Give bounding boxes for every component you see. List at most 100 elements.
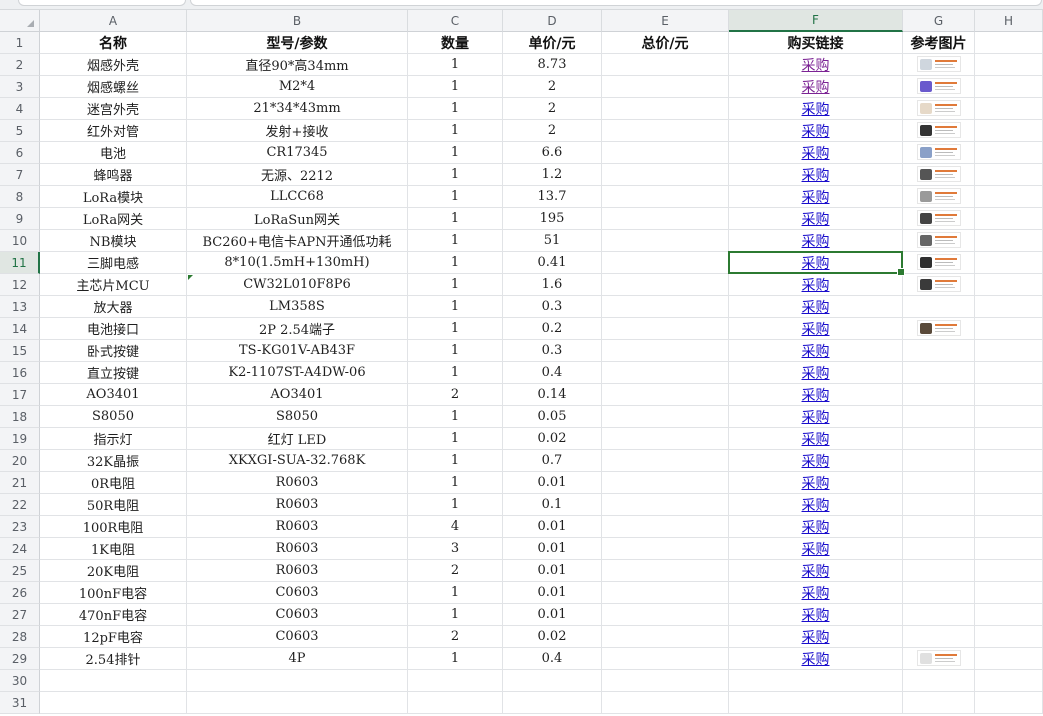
reference-image-cell[interactable]	[903, 538, 975, 560]
unit-price-cell[interactable]: 0.3	[503, 340, 602, 362]
purchase-link-cell[interactable]: 采购	[729, 648, 903, 670]
empty-cell[interactable]	[602, 450, 729, 472]
name-cell[interactable]: 0R电阻	[40, 472, 187, 494]
model-cell[interactable]: R0603	[187, 538, 408, 560]
purchase-link[interactable]: 采购	[802, 121, 830, 141]
empty-cell[interactable]	[602, 648, 729, 670]
empty-cell[interactable]	[975, 670, 1043, 692]
battery-thumbnail-icon[interactable]	[917, 144, 961, 160]
purchase-link[interactable]: 采购	[802, 517, 830, 537]
purchase-link[interactable]: 采购	[802, 407, 830, 427]
purchase-link[interactable]: 采购	[802, 495, 830, 515]
quantity-cell[interactable]: 1	[408, 120, 503, 142]
name-cell[interactable]: 红外对管	[40, 120, 187, 142]
purchase-link-cell[interactable]: 采购	[729, 494, 903, 516]
model-cell[interactable]: 直径90*高34mm	[187, 54, 408, 76]
empty-cell[interactable]	[903, 670, 975, 692]
unit-price-cell[interactable]: 0.01	[503, 582, 602, 604]
reference-image-cell[interactable]	[903, 296, 975, 318]
header-cell-a[interactable]: 名称	[40, 32, 187, 54]
purchase-link-cell[interactable]: 采购	[729, 516, 903, 538]
empty-cell[interactable]	[602, 560, 729, 582]
reference-image-cell[interactable]	[903, 208, 975, 230]
lora-gateway-thumbnail-icon[interactable]	[917, 210, 961, 226]
quantity-cell[interactable]: 2	[408, 626, 503, 648]
empty-cell[interactable]	[602, 98, 729, 120]
empty-cell[interactable]	[975, 98, 1043, 120]
purchase-link-cell[interactable]: 采购	[729, 296, 903, 318]
row-header-13[interactable]: 13	[0, 296, 40, 318]
empty-cell[interactable]	[602, 604, 729, 626]
empty-cell[interactable]	[975, 208, 1043, 230]
purchase-link-cell[interactable]: 采购	[729, 406, 903, 428]
reference-image-cell[interactable]	[903, 76, 975, 98]
quantity-cell[interactable]: 1	[408, 186, 503, 208]
empty-cell[interactable]	[602, 296, 729, 318]
column-header-a[interactable]: A	[40, 10, 187, 32]
empty-cell[interactable]	[40, 670, 187, 692]
battery-connector-thumbnail-icon[interactable]	[917, 320, 961, 336]
empty-cell[interactable]	[602, 186, 729, 208]
model-cell[interactable]: K2-1107ST-A4DW-06	[187, 362, 408, 384]
purchase-link[interactable]: 采购	[802, 253, 830, 273]
model-cell[interactable]: C0603	[187, 582, 408, 604]
unit-price-cell[interactable]: 0.2	[503, 318, 602, 340]
row-header-31[interactable]: 31	[0, 692, 40, 714]
purchase-link-cell[interactable]: 采购	[729, 340, 903, 362]
reference-image-cell[interactable]	[903, 252, 975, 274]
name-cell[interactable]: 100nF电容	[40, 582, 187, 604]
quantity-cell[interactable]: 1	[408, 76, 503, 98]
unit-price-cell[interactable]: 0.3	[503, 296, 602, 318]
empty-cell[interactable]	[903, 692, 975, 714]
mcu-thumbnail-icon[interactable]	[917, 276, 961, 292]
reference-image-cell[interactable]	[903, 54, 975, 76]
purchase-link[interactable]: 采购	[802, 473, 830, 493]
row-header-28[interactable]: 28	[0, 626, 40, 648]
purchase-link-cell[interactable]: 采购	[729, 274, 903, 296]
empty-cell[interactable]	[408, 670, 503, 692]
purchase-link-cell[interactable]: 采购	[729, 120, 903, 142]
name-cell[interactable]: 放大器	[40, 296, 187, 318]
row-header-2[interactable]: 2	[0, 54, 40, 76]
empty-cell[interactable]	[975, 406, 1043, 428]
empty-cell[interactable]	[187, 670, 408, 692]
purchase-link-cell[interactable]: 采购	[729, 142, 903, 164]
name-cell[interactable]: 主芯片MCU	[40, 274, 187, 296]
model-cell[interactable]: 4P	[187, 648, 408, 670]
reference-image-cell[interactable]	[903, 164, 975, 186]
row-header-1[interactable]: 1	[0, 32, 40, 54]
row-header-26[interactable]: 26	[0, 582, 40, 604]
row-header-16[interactable]: 16	[0, 362, 40, 384]
name-cell[interactable]: 2.54排针	[40, 648, 187, 670]
purchase-link-cell[interactable]: 采购	[729, 582, 903, 604]
empty-cell[interactable]	[975, 340, 1043, 362]
purchase-link-cell[interactable]: 采购	[729, 604, 903, 626]
quantity-cell[interactable]: 1	[408, 274, 503, 296]
empty-cell[interactable]	[975, 450, 1043, 472]
reference-image-cell[interactable]	[903, 560, 975, 582]
empty-cell[interactable]	[975, 32, 1043, 54]
name-cell[interactable]: AO3401	[40, 384, 187, 406]
row-header-23[interactable]: 23	[0, 516, 40, 538]
empty-cell[interactable]	[975, 274, 1043, 296]
quantity-cell[interactable]: 1	[408, 340, 503, 362]
unit-price-cell[interactable]: 0.7	[503, 450, 602, 472]
unit-price-cell[interactable]: 13.7	[503, 186, 602, 208]
empty-cell[interactable]	[602, 692, 729, 714]
name-cell[interactable]: 12pF电容	[40, 626, 187, 648]
quantity-cell[interactable]: 4	[408, 516, 503, 538]
name-cell[interactable]: LoRa网关	[40, 208, 187, 230]
empty-cell[interactable]	[602, 76, 729, 98]
model-cell[interactable]: R0603	[187, 472, 408, 494]
model-cell[interactable]: R0603	[187, 516, 408, 538]
empty-cell[interactable]	[602, 670, 729, 692]
unit-price-cell[interactable]: 0.4	[503, 362, 602, 384]
reference-image-cell[interactable]	[903, 494, 975, 516]
empty-cell[interactable]	[975, 186, 1043, 208]
row-header-9[interactable]: 9	[0, 208, 40, 230]
unit-price-cell[interactable]: 0.4	[503, 648, 602, 670]
empty-cell[interactable]	[729, 692, 903, 714]
model-cell[interactable]: LM358S	[187, 296, 408, 318]
reference-image-cell[interactable]	[903, 384, 975, 406]
reference-image-cell[interactable]	[903, 626, 975, 648]
